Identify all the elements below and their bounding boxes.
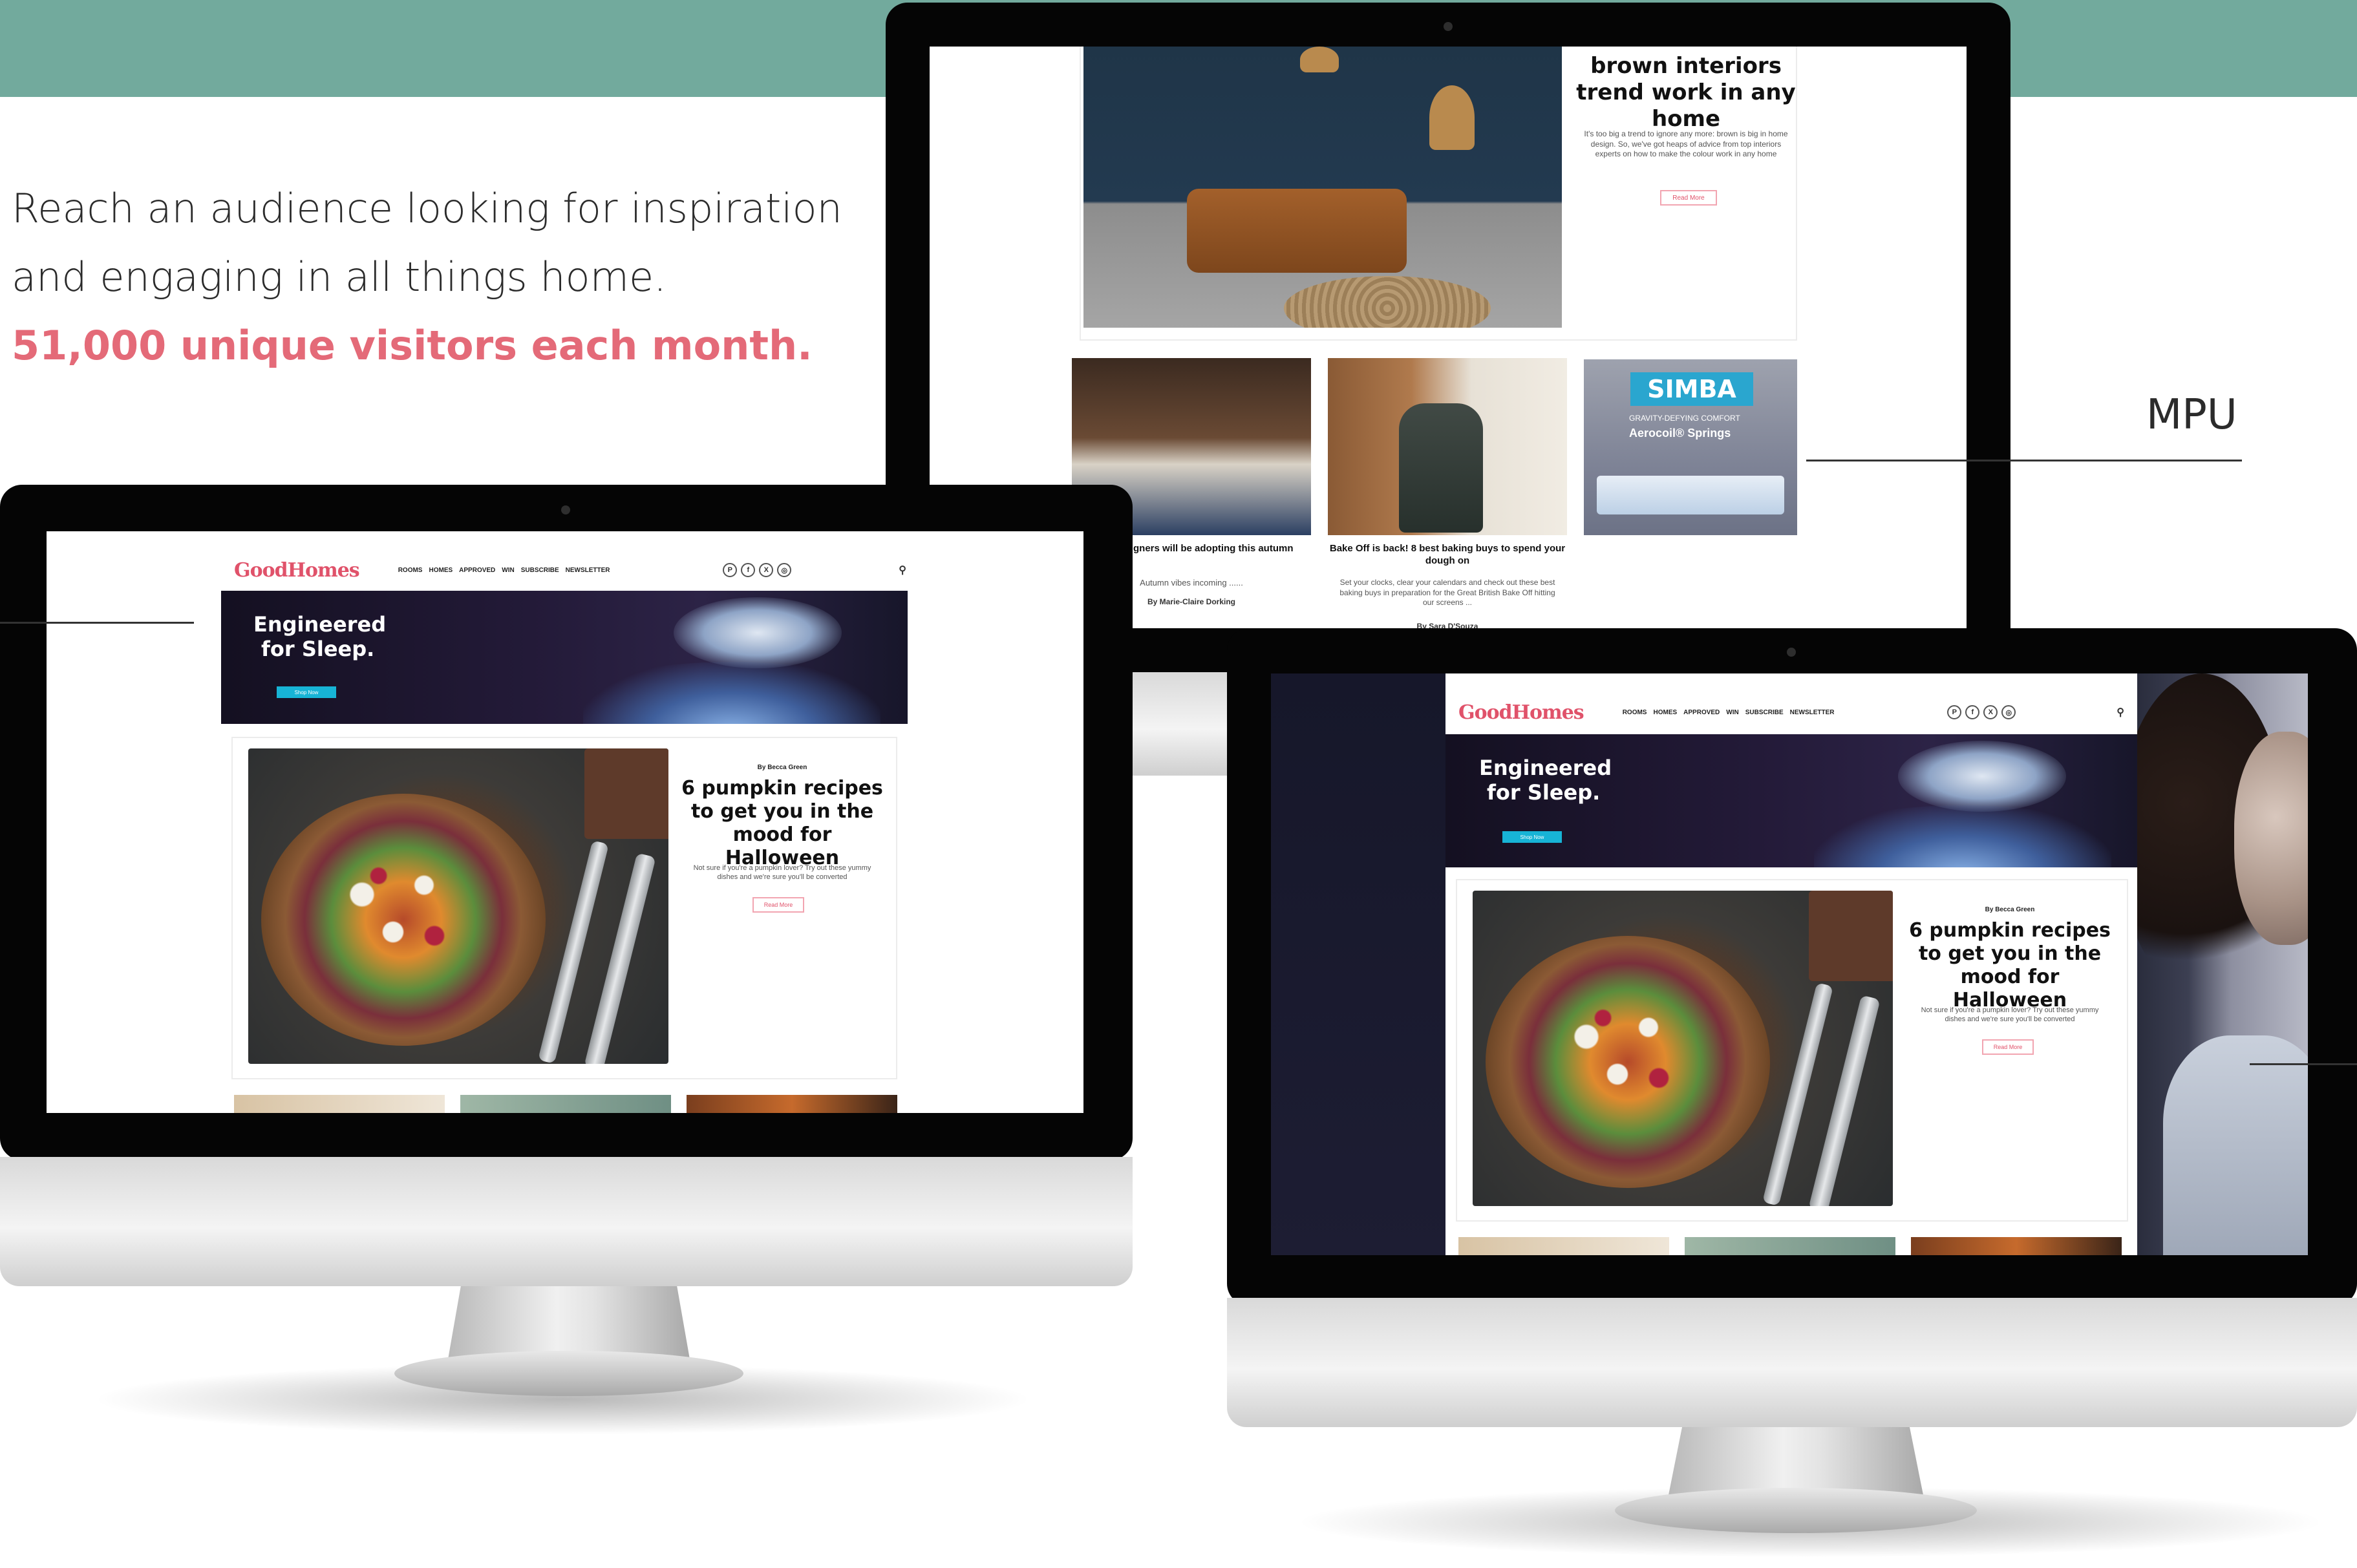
back-read-more-button[interactable]: Read More xyxy=(1660,190,1717,206)
thumb-strip-2[interactable] xyxy=(1685,1237,1895,1255)
site-header: GoodHomes ROOMS HOMES APPROVED WIN SUBSC… xyxy=(234,557,906,583)
nav-win[interactable]: WIN xyxy=(1726,709,1738,716)
feature-article-image xyxy=(1473,891,1893,1206)
thumb-strip-1[interactable] xyxy=(234,1095,445,1113)
feature-article-image xyxy=(248,748,668,1064)
x-icon[interactable]: X xyxy=(759,563,774,577)
intro-copy: Reach an audience looking for inspiratio… xyxy=(12,175,852,380)
feature-article-card-right[interactable]: By Becca Green 6 pumpkin recipes to get … xyxy=(1456,879,2128,1222)
left-callout-line xyxy=(0,622,194,624)
woman-shirt xyxy=(2163,1035,2308,1255)
feature-title[interactable]: 6 pumpkin recipes to get you in the mood… xyxy=(679,777,886,870)
feature-read-more-button[interactable]: Read More xyxy=(752,897,804,913)
facebook-icon[interactable]: f xyxy=(1965,705,1980,719)
x-icon[interactable]: X xyxy=(1983,705,1998,719)
pinterest-icon[interactable]: P xyxy=(1947,705,1962,719)
nav-approved[interactable]: APPROVED xyxy=(459,567,495,574)
site-logo-right[interactable]: GoodHomes xyxy=(1458,701,1584,724)
monitor-left-chin xyxy=(0,1157,1133,1286)
salad-toppings xyxy=(300,820,507,1007)
monitor-right: GoodHomes ROOMS HOMES APPROVED WIN SUBSC… xyxy=(1227,628,2357,1559)
ad-mattress-glow xyxy=(1814,805,2111,867)
skin-right-panel-image xyxy=(2137,673,2308,1255)
card-2-byline: By Sara D'Souza xyxy=(1416,622,1478,628)
monitor-left-screen: GoodHomes ROOMS HOMES APPROVED WIN SUBSC… xyxy=(47,531,1083,1113)
feature-byline: By Becca Green xyxy=(1985,906,2035,913)
thumb-strip-3[interactable] xyxy=(687,1095,897,1113)
simba-product: Aerocoil® Springs xyxy=(1629,427,1731,440)
monitor-right-screen: GoodHomes ROOMS HOMES APPROVED WIN SUBSC… xyxy=(1271,673,2308,1255)
feature-title[interactable]: 6 pumpkin recipes to get you in the mood… xyxy=(1903,919,2117,1012)
site-header-right: GoodHomes ROOMS HOMES APPROVED WIN SUBSC… xyxy=(1458,699,2124,725)
nav-homes[interactable]: HOMES xyxy=(429,567,453,574)
monitor-right-camera xyxy=(1787,648,1796,657)
feature-desc: Not sure if you're a pumpkin lover? Try … xyxy=(693,864,871,882)
social-links-right: P f X ◎ xyxy=(1947,705,2020,719)
back-article-title: brown interiors trend work in any home xyxy=(1576,53,1796,132)
facebook-icon[interactable]: f xyxy=(741,563,756,577)
feature-read-more-button[interactable]: Read More xyxy=(1982,1039,2034,1055)
simba-logo: SIMBA xyxy=(1630,372,1753,406)
ad-title-line-2: for Sleep. xyxy=(1487,780,1601,805)
thumb-stand-mixer[interactable] xyxy=(1328,358,1567,535)
right-callout-line xyxy=(2250,1063,2357,1065)
monitor-back-camera xyxy=(1444,22,1453,31)
ad-mattress-glow xyxy=(583,662,880,724)
feature-article-card[interactable]: By Becca Green 6 pumpkin recipes to get … xyxy=(231,737,897,1079)
salad-toppings xyxy=(1524,962,1731,1149)
main-nav-right: ROOMS HOMES APPROVED WIN SUBSCRIBE NEWSL… xyxy=(1623,709,1841,716)
instagram-icon[interactable]: ◎ xyxy=(2001,705,2016,719)
feature-byline: By Becca Green xyxy=(757,764,807,771)
social-links: P f X ◎ xyxy=(723,563,795,577)
simba-mpu-ad[interactable]: SIMBA GRAVITY-DEFYING COMFORT Aerocoil® … xyxy=(1584,359,1797,535)
feature-desc: Not sure if you're a pumpkin lover? Try … xyxy=(1921,1006,2099,1024)
intro-line-1: Reach an audience looking for inspiratio… xyxy=(12,185,842,232)
monitor-right-chin xyxy=(1227,1298,2357,1427)
ad-title-line-2: for Sleep. xyxy=(261,637,375,661)
monitor-left-camera xyxy=(561,505,570,514)
nav-subscribe[interactable]: SUBSCRIBE xyxy=(1745,709,1784,716)
ad-title-line-1: Engineered xyxy=(1479,756,1612,780)
nav-newsletter[interactable]: NEWSLETTER xyxy=(566,567,610,574)
monitor-right-stand-foot xyxy=(1615,1488,1977,1533)
mpu-callout-line xyxy=(1806,460,2242,461)
nav-rooms[interactable]: ROOMS xyxy=(398,567,423,574)
skin-left-panel xyxy=(1271,673,1445,1255)
ad-shop-button[interactable]: Shop Now xyxy=(1502,831,1562,843)
mpu-callout-label: MPU xyxy=(2146,391,2237,439)
leaderboard-ad[interactable]: Engineered for Sleep. Shop Now xyxy=(221,591,908,724)
nav-rooms[interactable]: ROOMS xyxy=(1623,709,1647,716)
monitor-left: GoodHomes ROOMS HOMES APPROVED WIN SUBSC… xyxy=(0,485,1133,1428)
ad-sleeper-figure xyxy=(1898,741,2066,812)
thumb-strip-2[interactable] xyxy=(460,1095,671,1113)
tray xyxy=(584,748,668,839)
card-2-desc: Set your clocks, clear your calendars an… xyxy=(1339,578,1555,608)
ad-title-line-1: Engineered xyxy=(253,612,387,637)
ad-sleeper-figure xyxy=(674,597,842,668)
intro-highlight: 51,000 unique visitors each month. xyxy=(12,322,813,369)
pinterest-icon[interactable]: P xyxy=(723,563,738,577)
card-2-title[interactable]: Bake Off is back! 8 best baking buys to … xyxy=(1328,543,1567,567)
thumb-strip-1[interactable] xyxy=(1458,1237,1669,1255)
nav-newsletter[interactable]: NEWSLETTER xyxy=(1790,709,1835,716)
simba-tagline: GRAVITY-DEFYING COMFORT xyxy=(1629,414,1740,423)
thumb-strip-3[interactable] xyxy=(1911,1237,2122,1255)
back-article-desc: It's too big a trend to ignore any more:… xyxy=(1584,129,1788,159)
ad-shop-button[interactable]: Shop Now xyxy=(277,686,336,698)
instagram-icon[interactable]: ◎ xyxy=(777,563,792,577)
intro-line-2: and engaging in all things home. xyxy=(12,253,667,301)
monitor-left-stand-foot xyxy=(394,1351,743,1396)
main-nav: ROOMS HOMES APPROVED WIN SUBSCRIBE NEWSL… xyxy=(398,567,617,574)
nav-win[interactable]: WIN xyxy=(502,567,514,574)
tray xyxy=(1809,891,1893,981)
search-icon[interactable]: ⚲ xyxy=(2117,706,2124,719)
nav-subscribe[interactable]: SUBSCRIBE xyxy=(521,567,559,574)
nav-homes[interactable]: HOMES xyxy=(1653,709,1677,716)
mattress-image xyxy=(1597,476,1784,514)
leaderboard-ad-right[interactable]: Engineered for Sleep. Shop Now xyxy=(1445,734,2137,867)
site-logo[interactable]: GoodHomes xyxy=(234,559,360,582)
search-icon[interactable]: ⚲ xyxy=(899,564,906,577)
nav-approved[interactable]: APPROVED xyxy=(1683,709,1720,716)
mixer-shape xyxy=(1399,403,1483,533)
